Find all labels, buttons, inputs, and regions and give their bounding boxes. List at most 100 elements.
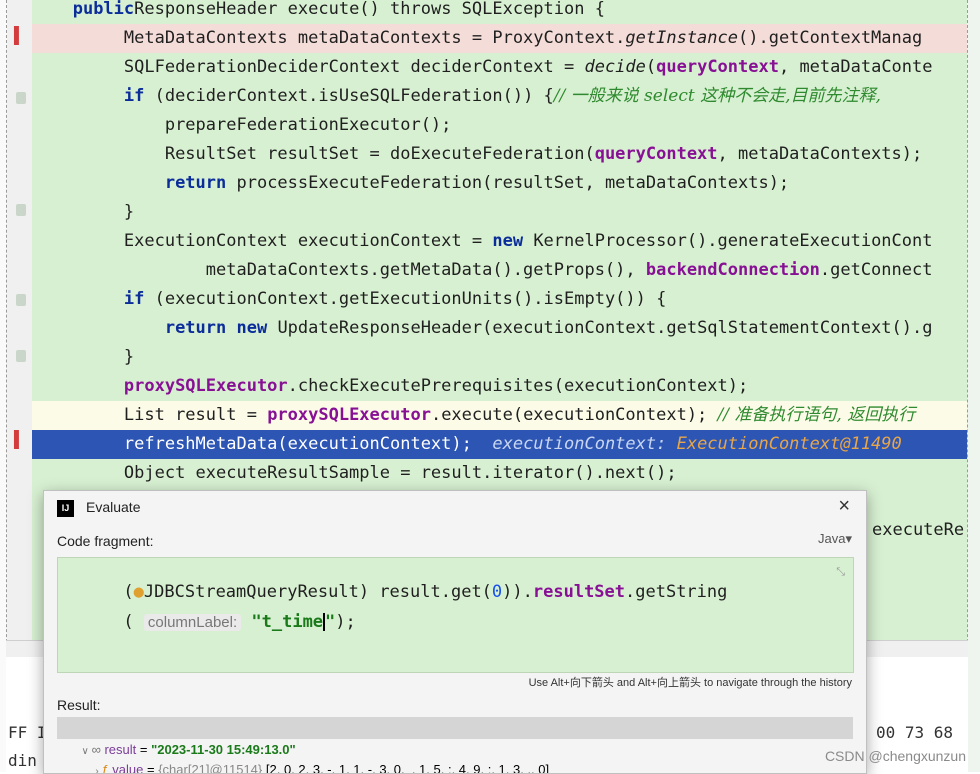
code-token: decide <box>584 57 646 77</box>
code-token: , metaDataContexts); <box>717 144 923 164</box>
code-token: processExecuteFederation(resultSet, meta… <box>226 173 790 193</box>
watermark: CSDN @chengxunzun <box>824 748 966 764</box>
code-line[interactable]: Object executeResultSample = result.iter… <box>32 459 968 488</box>
code-token: return <box>164 318 227 338</box>
code-line[interactable]: refreshMetaData(executionContext); execu… <box>32 430 968 459</box>
console-line: 00 73 68 <box>876 723 954 742</box>
code-token: metaDataContexts.getMetaData().getProps(… <box>205 260 646 280</box>
code-number: 0 <box>491 582 503 602</box>
code-token: } <box>123 202 135 222</box>
code-line[interactable]: publicResponseHeader execute() throws SQ… <box>32 0 968 24</box>
code-token: ResultSet resultSet = doExecuteFederatio… <box>164 144 595 164</box>
code-paren: ( <box>123 612 144 632</box>
code-token: (executionContext.getExecutionUnits().is… <box>144 289 667 309</box>
code-text: )). <box>502 582 533 602</box>
code-token: ExecutionContext@11490 <box>676 434 902 454</box>
code-token: , metaDataConte <box>778 57 933 77</box>
fold-marker-icon[interactable] <box>16 294 26 306</box>
code-text: ); <box>335 612 356 632</box>
history-hint: Use Alt+向下箭头 and Alt+向上箭头 to navigate th… <box>528 677 852 689</box>
code-line[interactable]: return new UpdateResponseHeader(executio… <box>32 314 968 343</box>
code-token: .checkExecutePrerequisites(executionCont… <box>287 376 749 396</box>
code-line[interactable]: return processExecuteFederation(resultSe… <box>32 169 968 198</box>
breakpoint-icon[interactable]: ▌ <box>14 430 24 449</box>
fold-marker-icon[interactable] <box>16 204 26 216</box>
code-line[interactable]: } <box>32 198 968 227</box>
code-token: new <box>226 318 268 338</box>
code-fragment-input[interactable]: (●JDBCStreamQueryResult) result.get(0)).… <box>57 557 854 673</box>
fold-marker-icon[interactable] <box>16 92 26 104</box>
expand-icon[interactable]: ⤡ <box>836 566 845 579</box>
code-token: ResponseHeader execute() th <box>134 0 411 19</box>
editor-trailing-text: executeRe <box>872 520 965 540</box>
code-line[interactable]: prepareFederationExecutor(); <box>32 111 968 140</box>
code-token: MetaDataContexts metaDataContexts = Prox… <box>123 28 626 48</box>
tree-row-hash[interactable]: ƒ hash = 0 <box>57 757 853 773</box>
tree-row-value[interactable]: › ƒ value = {char[21]@11514} [2, 0, 2, 3… <box>57 737 853 773</box>
code-line[interactable]: ResultSet resultSet = doExecuteFederatio… <box>32 140 968 169</box>
code-token: prepareFederationExecutor(); <box>164 115 452 135</box>
code-line[interactable]: if (executionContext.getExecutionUnits()… <box>32 285 968 314</box>
code-token: refreshMetaData(executionContext); <box>123 434 493 454</box>
breakpoint-icon[interactable]: ▌ <box>14 26 24 45</box>
code-token: (deciderContext.isUseSQLFederation()) { <box>144 86 554 106</box>
code-line[interactable]: MetaDataContexts metaDataContexts = Prox… <box>32 24 968 53</box>
close-icon[interactable]: × <box>838 495 850 518</box>
code-token: Object executeResultSample = result.iter… <box>123 463 677 483</box>
right-scrollbar[interactable] <box>967 0 980 772</box>
code-token: .execute(executionContext); <box>430 405 718 425</box>
code-line[interactable]: List result = proxySQLExecutor.execute(e… <box>32 401 968 430</box>
code-token: ( <box>645 57 657 77</box>
code-token: if <box>123 289 145 309</box>
code-line[interactable]: SQLFederationDeciderContext deciderConte… <box>32 53 968 82</box>
chevron-down-icon: ▾ <box>845 531 852 546</box>
result-label: Result: <box>57 697 101 713</box>
language-label: Java <box>818 531 846 546</box>
parameter-hint: columnLabel: <box>143 614 242 631</box>
code-token: rows SQLException { <box>410 0 605 19</box>
code-token: .getConnect <box>819 260 933 280</box>
evaluate-dialog[interactable]: IJ Evaluate × Code fragment: Java▾ (●JDB… <box>43 490 867 774</box>
code-token: public <box>72 0 135 19</box>
code-token: } <box>123 347 135 367</box>
code-string: "t_time <box>251 612 324 632</box>
code-token: ().getContextManag <box>738 28 923 48</box>
code-token: // 一般来说 select 这种不会走,目前先注释, <box>553 86 881 106</box>
code-token: queryContext <box>656 57 779 77</box>
code-token: backendConnection <box>645 260 820 280</box>
code-text: .getString <box>625 582 728 602</box>
code-token: proxySQLExecutor <box>123 376 288 396</box>
code-fragment-label: Code fragment: <box>57 533 154 549</box>
code-token: return <box>164 173 227 193</box>
code-token: executionContext: <box>492 434 677 454</box>
code-string-end: " <box>325 612 336 632</box>
editor-gutter[interactable]: ▌ ▌ <box>6 0 32 640</box>
language-selector[interactable]: Java▾ <box>818 531 852 547</box>
console-line: FF I <box>8 723 47 742</box>
code-token: proxySQLExecutor <box>267 405 431 425</box>
code-line[interactable]: proxySQLExecutor.checkExecutePrerequisit… <box>32 372 968 401</box>
code-line[interactable]: metaDataContexts.getMetaData().getProps(… <box>32 256 968 285</box>
code-line[interactable]: if (deciderContext.isUseSQLFederation())… <box>32 82 968 111</box>
code-token: // 准备执行语句, 返回执行 <box>717 405 916 425</box>
code-line[interactable]: } <box>32 343 968 372</box>
code-field: resultSet <box>532 582 626 602</box>
tree-row-result[interactable]: ∨ ∞ result = "2023-11-30 15:49:13.0" <box>57 717 853 757</box>
code-token: queryContext <box>594 144 718 164</box>
code-line[interactable]: ExecutionContext executionContext = new … <box>32 227 968 256</box>
fold-marker-icon[interactable] <box>16 350 26 362</box>
result-tree[interactable]: ∨ ∞ result = "2023-11-30 15:49:13.0" › ƒ… <box>57 717 853 773</box>
